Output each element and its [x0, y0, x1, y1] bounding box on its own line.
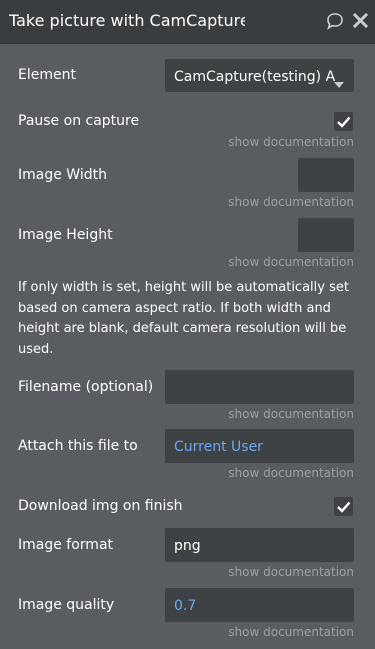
download-on-finish-label: Download img on finish	[18, 498, 183, 514]
comment-icon[interactable]	[325, 11, 345, 35]
image-width-label: Image Width	[18, 167, 107, 183]
close-icon[interactable]	[352, 12, 369, 33]
show-documentation-link[interactable]: show documentation	[228, 625, 354, 639]
checkmark-icon	[337, 116, 351, 128]
pause-on-capture-label: Pause on capture	[18, 113, 140, 129]
attach-file-input[interactable]: Current User	[165, 429, 354, 463]
element-dropdown[interactable]: CamCapture(testing) A	[165, 59, 354, 92]
panel-header: Take picture with CamCapture(testing)	[0, 0, 375, 44]
chevron-down-icon	[334, 75, 344, 92]
show-documentation-link[interactable]: show documentation	[228, 195, 354, 209]
filename-input[interactable]	[165, 370, 354, 404]
element-label: Element	[18, 67, 76, 83]
attach-file-label: Attach this file to	[18, 438, 138, 454]
show-documentation-link[interactable]: show documentation	[228, 565, 354, 579]
filename-label: Filename (optional)	[18, 379, 154, 395]
element-value: CamCapture(testing) A	[174, 69, 336, 85]
image-quality-input[interactable]: 0.7	[165, 588, 354, 622]
image-width-input[interactable]	[298, 158, 354, 192]
panel-title: Take picture with CamCapture(testing)	[9, 11, 245, 30]
checkmark-icon	[337, 501, 351, 513]
download-on-finish-checkbox[interactable]	[334, 497, 353, 516]
image-height-label: Image Height	[18, 227, 113, 243]
show-documentation-link[interactable]: show documentation	[228, 466, 354, 480]
show-documentation-link[interactable]: show documentation	[228, 135, 354, 149]
image-format-input[interactable]: png	[165, 528, 354, 562]
image-format-label: Image format	[18, 537, 114, 553]
image-height-input[interactable]	[298, 218, 354, 252]
pause-on-capture-checkbox[interactable]	[334, 112, 353, 131]
image-quality-label: Image quality	[18, 597, 115, 613]
show-documentation-link[interactable]: show documentation	[228, 255, 354, 269]
show-documentation-link[interactable]: show documentation	[228, 407, 354, 421]
size-note: If only width is set, height will be aut…	[18, 280, 349, 357]
